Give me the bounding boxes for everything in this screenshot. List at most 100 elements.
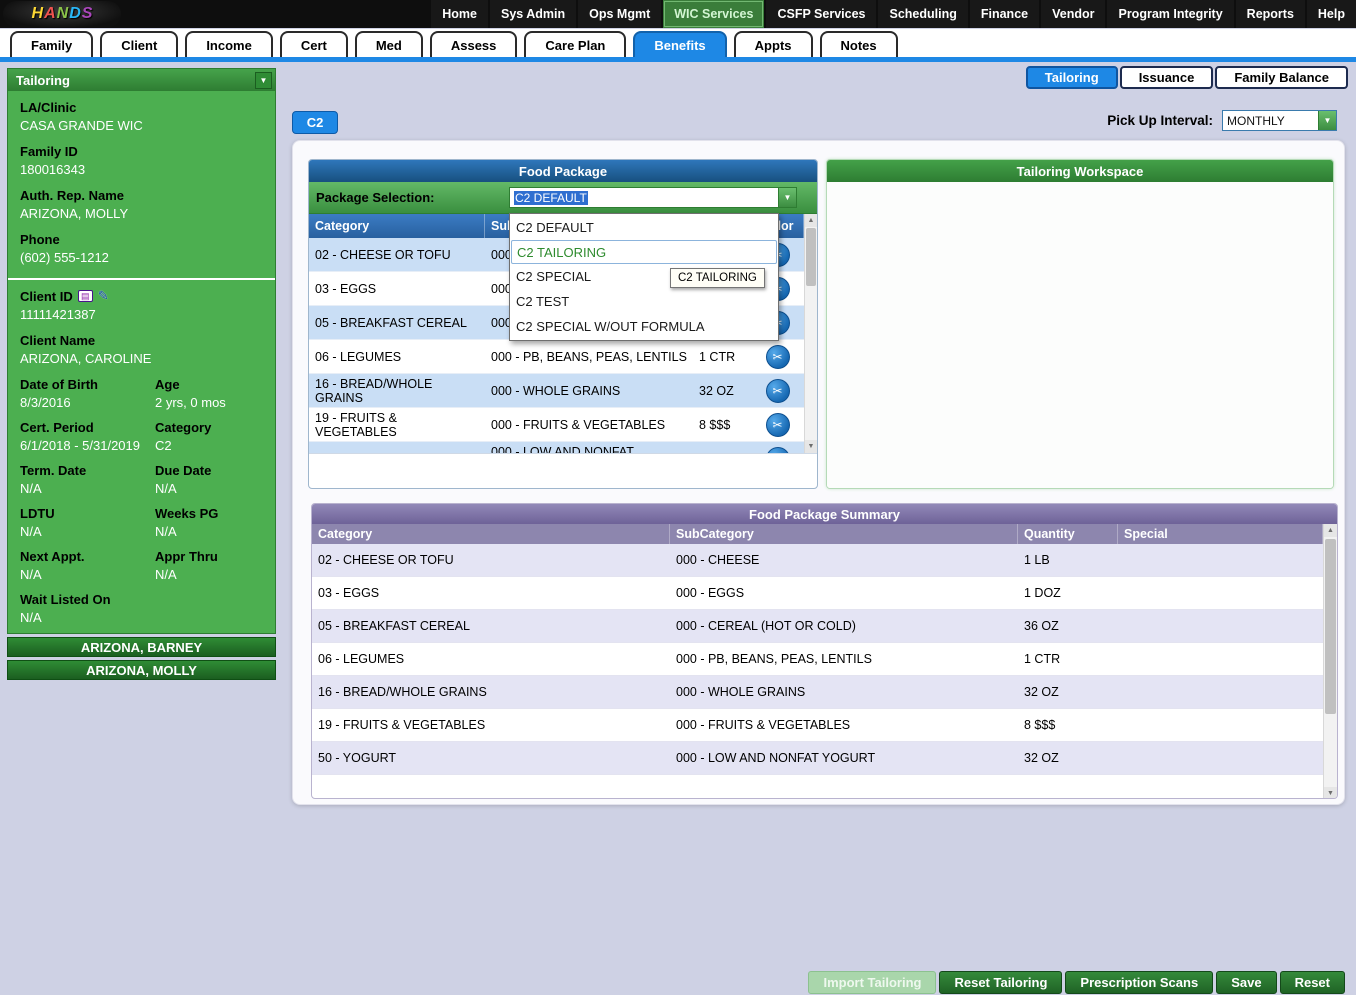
fp-cell-category: 06 - LEGUMES	[309, 340, 485, 373]
summary-cell-category: 16 - BREAD/WHOLE GRAINS	[312, 676, 670, 708]
pickup-interval-dropdown[interactable]: MONTHLY ▼	[1222, 110, 1337, 131]
tailoring-workspace-panel: Tailoring Workspace	[826, 159, 1334, 489]
food-package-row[interactable]: 19 - FRUITS & VEGETABLES000 - FRUITS & V…	[309, 408, 804, 442]
summary-cell-quantity: 1 CTR	[1018, 643, 1118, 675]
summary-row: 05 - BREAKFAST CEREAL000 - CEREAL (HOT O…	[312, 610, 1323, 643]
summary-cell-subcategory: 000 - FRUITS & VEGETABLES	[670, 709, 1018, 741]
field-client-name: Client Name ARIZONA, CAROLINE	[20, 333, 263, 366]
topnav-item-ops-mgmt[interactable]: Ops Mgmt	[578, 0, 661, 28]
edit-pencil-icon[interactable]: ✎	[98, 288, 109, 304]
tailor-scissors-icon[interactable]: ✂	[766, 447, 790, 454]
food-package-row[interactable]: 06 - LEGUMES000 - PB, BEANS, PEAS, LENTI…	[309, 340, 804, 374]
chevron-down-icon[interactable]: ▼	[255, 72, 272, 89]
family-info-section: LA/Clinic CASA GRANDE WIC Family ID 1800…	[8, 91, 275, 278]
tab-cert[interactable]: Cert	[280, 31, 348, 57]
tailor-scissors-icon[interactable]: ✂	[766, 379, 790, 403]
fp-cell-category: 16 - BREAD/WHOLE GRAINS	[309, 374, 485, 407]
tab-med[interactable]: Med	[355, 31, 423, 57]
topnav-item-home[interactable]: Home	[431, 0, 488, 28]
prescription-scans-button[interactable]: Prescription Scans	[1065, 971, 1213, 994]
tab-benefits[interactable]: Benefits	[633, 31, 726, 57]
category-c2-tab[interactable]: C2	[292, 111, 338, 134]
fp-cell-quantity: 32 OZ	[693, 374, 751, 407]
sidebar-section-selector[interactable]: Tailoring ▼	[8, 69, 275, 91]
topnav-item-finance[interactable]: Finance	[970, 0, 1039, 28]
summary-cell-subcategory: 000 - LOW AND NONFAT YOGURT	[670, 742, 1018, 774]
dropdown-option-c2-special-w-out-formula[interactable]: C2 SPECIAL W/OUT FORMULA	[511, 314, 777, 339]
import-tailoring-button[interactable]: Import Tailoring	[808, 971, 936, 994]
field-la-clinic: LA/Clinic CASA GRANDE WIC	[20, 100, 263, 133]
subtab-issuance[interactable]: Issuance	[1120, 66, 1214, 89]
field-client-id: Client ID ▤ ✎ 11111421387	[20, 288, 263, 322]
tab-client[interactable]: Client	[100, 31, 178, 57]
sidebar-section-title: Tailoring	[16, 73, 70, 88]
tailor-scissors-icon[interactable]: ✂	[766, 345, 790, 369]
dropdown-option-c2-tailoring[interactable]: C2 TAILORING	[511, 240, 777, 264]
module-tab-bar: Family Client Income Cert Med AssessCare Plan…	[0, 29, 1356, 57]
chevron-down-icon[interactable]: ▼	[778, 188, 796, 207]
field-next-appt: Next Appt. N/A	[20, 549, 155, 582]
topnav-item-help[interactable]: Help	[1307, 0, 1356, 28]
scroll-down-button[interactable]: ▼	[1324, 787, 1337, 799]
dropdown-option-c2-test[interactable]: C2 TEST	[511, 289, 777, 314]
scroll-thumb[interactable]	[1325, 539, 1336, 714]
food-package-row[interactable]: 50 - YOGURT000 - LOW AND NONFAT YOGURT32…	[309, 442, 804, 453]
tab-income[interactable]: Income	[185, 31, 273, 57]
topnav-item-csfp-services[interactable]: CSFP Services	[766, 0, 876, 28]
id-card-icon[interactable]: ▤	[78, 290, 93, 302]
scroll-thumb[interactable]	[806, 228, 816, 286]
topnav-item-wic-services[interactable]: WIC Services	[663, 0, 764, 28]
active-tab-underline	[0, 57, 1356, 62]
logo-letter: D	[69, 5, 81, 23]
fp-cell-category: 03 - EGGS	[309, 272, 485, 305]
topnav-item-program-integrity[interactable]: Program Integrity	[1107, 0, 1233, 28]
vertical-scrollbar[interactable]: ▲ ▼	[1323, 524, 1337, 799]
tab-assess[interactable]: Assess	[430, 31, 518, 57]
logo-letter: N	[57, 5, 69, 23]
field-category: Category C2	[155, 420, 263, 453]
topnav-item-scheduling[interactable]: Scheduling	[878, 0, 967, 28]
tab-family[interactable]: Family	[10, 31, 93, 57]
subtab-family-balance[interactable]: Family Balance	[1215, 66, 1348, 89]
chevron-down-icon[interactable]: ▼	[1318, 111, 1336, 130]
subtab-tailoring[interactable]: Tailoring	[1026, 66, 1118, 89]
reset-tailoring-button[interactable]: Reset Tailoring	[939, 971, 1062, 994]
tab-appts[interactable]: Appts	[734, 31, 813, 57]
summary-cell-category: 06 - LEGUMES	[312, 643, 670, 675]
hands-logo[interactable]: HANDS	[3, 1, 121, 27]
top-nav-items: HomeSys AdminOps MgmtWIC ServicesCSFP Se…	[429, 0, 1356, 28]
package-selection-dropdown[interactable]: C2 DEFAULT ▼	[509, 187, 797, 208]
summary-cell-quantity: 36 OZ	[1018, 610, 1118, 642]
topnav-item-vendor[interactable]: Vendor	[1041, 0, 1105, 28]
summary-cell-quantity: 32 OZ	[1018, 742, 1118, 774]
food-package-row[interactable]: 16 - BREAD/WHOLE GRAINS000 - WHOLE GRAIN…	[309, 374, 804, 408]
summary-cell-quantity: 1 LB	[1018, 544, 1118, 576]
scroll-down-button[interactable]: ▼	[805, 440, 817, 453]
summary-cell-special	[1118, 709, 1323, 741]
topnav-item-sys-admin[interactable]: Sys Admin	[490, 0, 576, 28]
save-button[interactable]: Save	[1216, 971, 1276, 994]
fp-cell-category: 05 - BREAKFAST CEREAL	[309, 306, 485, 339]
summary-cell-subcategory: 000 - PB, BEANS, PEAS, LENTILS	[670, 643, 1018, 675]
dropdown-option-c2-default[interactable]: C2 DEFAULT	[511, 215, 777, 240]
field-appr-thru: Appr Thru N/A	[155, 549, 263, 582]
topnav-item-reports[interactable]: Reports	[1236, 0, 1305, 28]
field-family-id: Family ID 180016343	[20, 144, 263, 177]
scroll-up-button[interactable]: ▲	[1324, 524, 1337, 537]
summary-row: 16 - BREAD/WHOLE GRAINS000 - WHOLE GRAIN…	[312, 676, 1323, 709]
tailor-scissors-icon[interactable]: ✂	[766, 413, 790, 437]
scroll-up-button[interactable]: ▲	[805, 214, 817, 227]
client-info-section: Client ID ▤ ✎ 11111421387 Client Name AR…	[8, 278, 275, 633]
tab-notes[interactable]: Notes	[820, 31, 898, 57]
fp-cell-tailor: ✂	[751, 442, 804, 453]
vertical-scrollbar[interactable]: ▲ ▼	[804, 214, 817, 453]
package-selection-value: C2 DEFAULT	[510, 188, 778, 207]
summary-cell-category: 03 - EGGS	[312, 577, 670, 609]
field-due-date: Due Date N/A	[155, 463, 263, 496]
top-navigation-bar: HANDS HomeSys AdminOps MgmtWIC ServicesC…	[0, 0, 1356, 28]
reset-button[interactable]: Reset	[1280, 971, 1345, 994]
family-member-button-molly[interactable]: ARIZONA, MOLLY	[7, 660, 276, 680]
tab-care-plan[interactable]: Care Plan	[524, 31, 626, 57]
logo-letter: H	[32, 5, 44, 23]
family-member-button-barney[interactable]: ARIZONA, BARNEY	[7, 637, 276, 657]
